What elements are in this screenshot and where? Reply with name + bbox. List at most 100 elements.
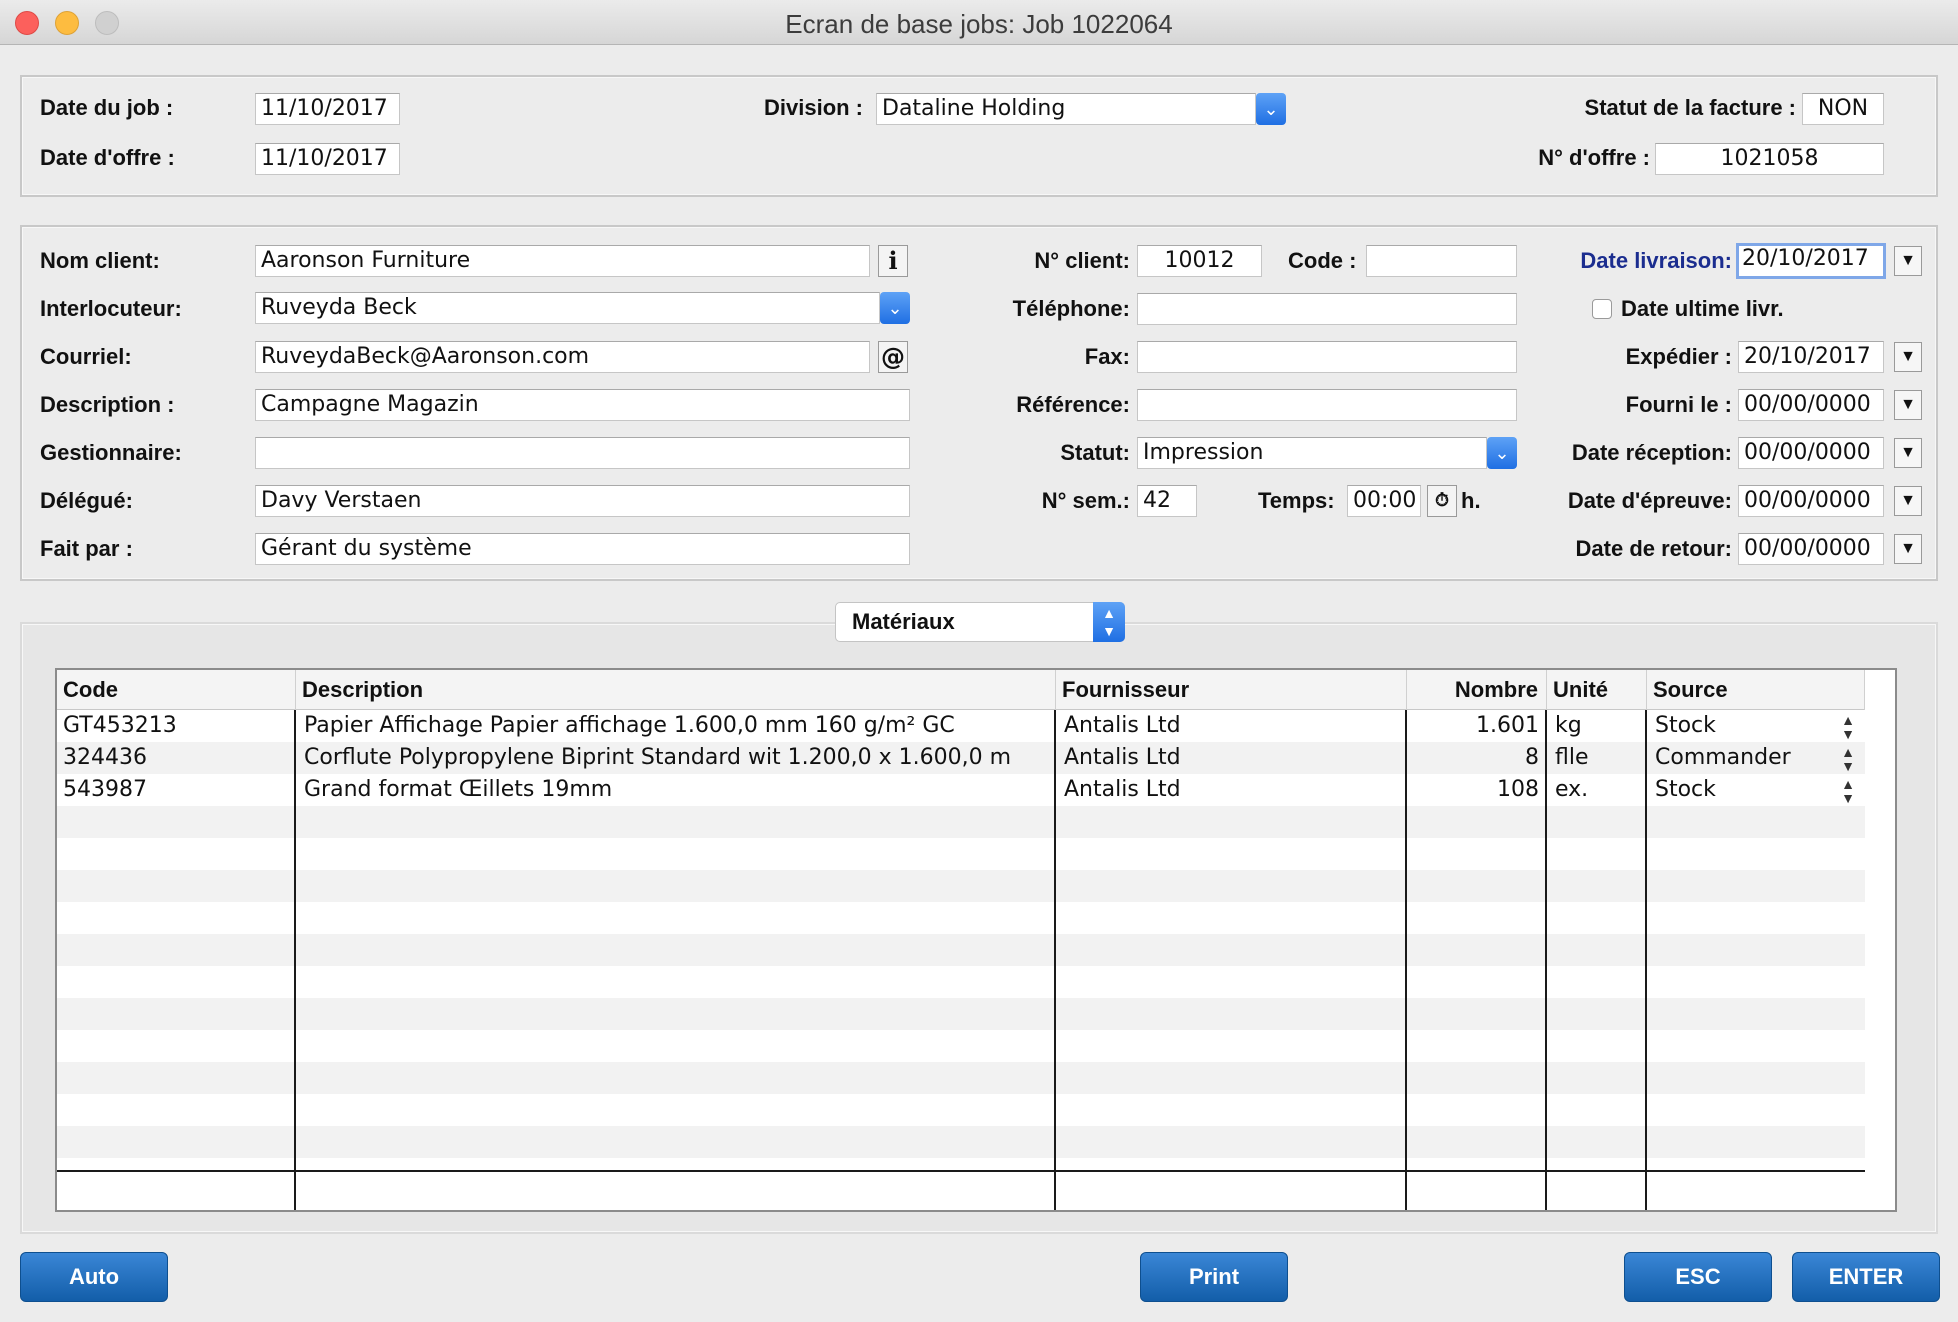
interlocuteur-select[interactable]: Ruveyda Beck [255,292,880,324]
empty-row [57,902,1865,934]
col-unite[interactable]: Unité [1547,670,1647,710]
date-reception-dropdown[interactable]: ▼ [1894,438,1922,468]
table-row[interactable]: GT453213 Papier Affichage Papier afficha… [57,710,1865,742]
materials-table: Code Description Fournisseur Nombre Unit… [55,668,1897,1212]
fax-field[interactable] [1137,341,1517,373]
nom-client-label: Nom client: [40,248,160,273]
fait-par-field[interactable]: Gérant du système [255,533,910,565]
table-row[interactable]: 324436 Corflute Polypropylene Biprint St… [57,742,1865,774]
cell-description: Corflute Polypropylene Biprint Standard … [304,745,1012,770]
date-livraison-dropdown[interactable]: ▼ [1894,246,1922,276]
date-reception-field[interactable]: 00/00/0000 [1738,437,1884,469]
fourni-le-field[interactable]: 00/00/0000 [1738,389,1884,421]
materials-select[interactable]: Matériaux ▲ ▼ [835,602,1125,642]
cell-nombre: 8 [1525,745,1539,770]
interlocuteur-label: Interlocuteur: [40,296,182,321]
date-retour-field[interactable]: 00/00/0000 [1738,533,1884,565]
division-dropdown-button[interactable]: ⌄ [1256,93,1286,125]
expedier-label: Expédier : [1625,344,1732,369]
up-down-arrows-icon[interactable]: ▲ ▼ [1841,710,1855,741]
no-client-field[interactable]: 10012 [1137,245,1262,277]
empty-row [57,838,1865,870]
expedier-dropdown[interactable]: ▼ [1894,342,1922,372]
print-button[interactable]: Print [1140,1252,1288,1302]
date-livraison-field[interactable]: 20/10/2017 [1736,243,1886,279]
date-epreuve-dropdown[interactable]: ▼ [1894,486,1922,516]
temps-unit: h. [1461,488,1481,513]
description-label: Description : [40,392,175,417]
no-sem-field[interactable]: 42 [1137,485,1197,517]
cell-fournisseur: Antalis Ltd [1064,777,1181,802]
date-retour-dropdown[interactable]: ▼ [1894,534,1922,564]
date-offre-field[interactable]: 11/10/2017 [255,143,400,175]
telephone-field[interactable] [1137,293,1517,325]
cell-description: Papier Affichage Papier affichage 1.600,… [304,713,955,738]
cell-source[interactable]: Commander [1649,742,1865,774]
col-code[interactable]: Code [57,670,296,710]
col-fournisseur[interactable]: Fournisseur [1056,670,1407,710]
empty-row [57,870,1865,902]
date-ultime-label: Date ultime livr. [1621,296,1784,321]
column-divider [1054,710,1056,1210]
interlocuteur-dropdown-button[interactable]: ⌄ [880,292,910,324]
triangle-down-icon: ▼ [1900,492,1916,509]
cell-description: Grand format Œillets 19mm [304,777,613,802]
triangle-down-icon: ▼ [1900,540,1916,557]
temps-label: Temps: [1258,488,1335,513]
gestionnaire-field[interactable] [255,437,910,469]
empty-row [57,1126,1865,1158]
cell-source[interactable]: Stock [1649,710,1865,742]
up-down-arrows-icon[interactable]: ▲ ▼ [1841,742,1855,773]
empty-row [57,1094,1865,1126]
up-down-arrows-icon[interactable]: ▲ ▼ [1841,774,1855,805]
triangle-down-icon: ▼ [1900,348,1916,365]
table-header: Code Description Fournisseur Nombre Unit… [57,670,1865,710]
date-epreuve-field[interactable]: 00/00/0000 [1738,485,1884,517]
expedier-field[interactable]: 20/10/2017 [1738,341,1884,373]
col-source[interactable]: Source [1647,670,1865,710]
col-nombre[interactable]: Nombre [1407,670,1547,710]
email-icon[interactable]: @ [878,341,908,373]
auto-button[interactable]: Auto [20,1252,168,1302]
cell-nombre: 1.601 [1476,713,1539,738]
date-livraison-label: Date livraison: [1580,248,1732,273]
date-job-field[interactable]: 11/10/2017 [255,93,400,125]
date-retour-label: Date de retour: [1575,536,1732,561]
esc-button[interactable]: ESC [1624,1252,1772,1302]
cell-fournisseur: Antalis Ltd [1064,745,1181,770]
window-title: Ecran de base jobs: Job 1022064 [785,9,1173,39]
division-select[interactable]: Dataline Holding [876,93,1256,125]
col-description[interactable]: Description [296,670,1056,710]
delegue-field[interactable]: Davy Verstaen [255,485,910,517]
statut-select[interactable]: Impression [1137,437,1487,469]
delegue-label: Délégué: [40,488,133,513]
code-field[interactable] [1366,245,1517,277]
cell-unite: kg [1555,713,1582,738]
title-bar: Ecran de base jobs: Job 1022064 [0,0,1958,45]
job-window: Ecran de base jobs: Job 1022064 Date du … [0,0,1958,1322]
gestionnaire-label: Gestionnaire: [40,440,182,465]
info-icon[interactable]: i [878,245,908,277]
up-down-chevron-icon[interactable]: ▲ ▼ [1093,602,1125,642]
empty-row [57,934,1865,966]
fourni-le-dropdown[interactable]: ▼ [1894,390,1922,420]
courriel-field[interactable]: RuveydaBeck@Aaronson.com [255,341,870,373]
cell-source[interactable]: Stock [1649,774,1865,806]
reference-field[interactable] [1137,389,1517,421]
timer-icon[interactable]: ⏱ [1427,485,1457,517]
description-field[interactable]: Campagne Magazin [255,389,910,421]
chevron-down-icon: ⌄ [1263,99,1279,119]
date-ultime-checkbox[interactable] [1592,299,1612,319]
empty-row [57,998,1865,1030]
temps-field[interactable]: 00:00 [1347,485,1421,517]
cell-unite: flle [1555,745,1589,770]
no-offre-label: N° d'offre : [1538,145,1650,170]
code-label: Code : [1288,248,1357,273]
cell-code: 543987 [63,777,147,802]
materials-select-label: Matériaux [852,609,955,634]
telephone-label: Téléphone: [1012,296,1130,321]
enter-button[interactable]: ENTER [1792,1252,1940,1302]
table-row[interactable]: 543987 Grand format Œillets 19mm Antalis… [57,774,1865,806]
nom-client-field[interactable]: Aaronson Furniture [255,245,870,277]
statut-facture-field: NON [1802,93,1884,125]
